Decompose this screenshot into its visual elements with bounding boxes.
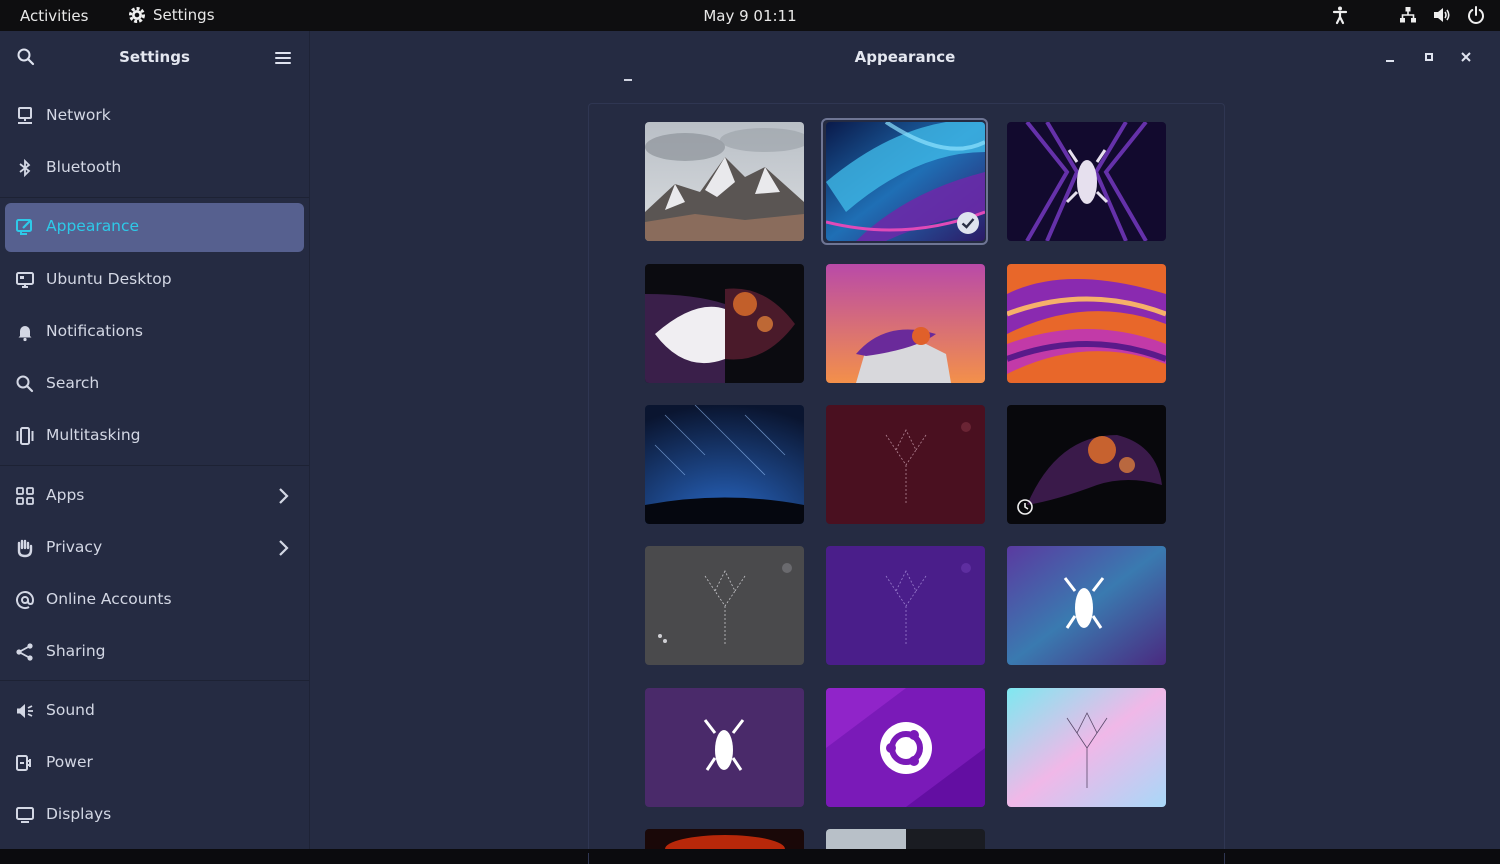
- screen-bottom-edge: [0, 849, 1500, 853]
- sidebar-item-label: Sound: [46, 701, 95, 719]
- sidebar-item-label: Ubuntu Desktop: [46, 270, 172, 288]
- sidebar-header: Settings: [0, 31, 309, 83]
- sidebar-item-online-accounts[interactable]: Online Accounts: [0, 576, 309, 624]
- speaker-icon: [17, 704, 33, 718]
- wallpaper-thumbnail[interactable]: [826, 546, 985, 665]
- at-icon: [16, 591, 35, 610]
- multitasking-icon: [16, 427, 34, 445]
- sidebar-item-label: Multitasking: [46, 426, 141, 444]
- page-title: Appearance: [854, 48, 956, 66]
- wallpaper-thumbnail[interactable]: [1007, 264, 1166, 383]
- sidebar-item-privacy[interactable]: Privacy: [0, 524, 309, 572]
- wallpaper-thumbnail[interactable]: [1007, 546, 1166, 665]
- sidebar-item-appearance[interactable]: Appearance: [5, 203, 304, 252]
- sidebar-item-label: Sharing: [46, 642, 106, 660]
- wallpaper-thumbnail[interactable]: [645, 122, 804, 241]
- apps-grid-icon: [16, 487, 34, 505]
- wallpaper-thumbnail[interactable]: [1007, 405, 1166, 524]
- volume-icon[interactable]: [1432, 5, 1452, 25]
- wallpaper-thumbnail-selected[interactable]: [826, 122, 985, 241]
- clock[interactable]: May 9 01:11: [0, 7, 1500, 25]
- sidebar-item-sharing[interactable]: Sharing: [0, 628, 309, 676]
- sidebar-item-network[interactable]: Network: [0, 92, 309, 140]
- sidebar-item-notifications[interactable]: Notifications: [0, 308, 309, 356]
- system-tray[interactable]: [1330, 5, 1486, 25]
- power-icon[interactable]: [1466, 5, 1486, 25]
- search-icon: [16, 375, 34, 393]
- wallpaper-thumbnail[interactable]: [645, 829, 804, 849]
- share-icon: [16, 643, 33, 661]
- network-icon: [18, 107, 32, 124]
- divider: [0, 680, 309, 681]
- hamburger-menu-icon[interactable]: [273, 48, 293, 68]
- sidebar-item-power[interactable]: Power: [0, 739, 309, 787]
- wallpaper-thumbnail[interactable]: [645, 546, 804, 665]
- network-icon[interactable]: [1398, 5, 1418, 25]
- sidebar-item-label: Displays: [46, 805, 112, 823]
- wallpaper-thumbnail[interactable]: [1007, 122, 1166, 241]
- wallpaper-thumbnail[interactable]: [1007, 688, 1166, 807]
- maximize-icon[interactable]: [1421, 49, 1437, 65]
- display-icon: [16, 807, 34, 823]
- settings-window: Settings Network Bluetooth Appearance Ub…: [0, 31, 1500, 864]
- scroll-indicator: [624, 79, 632, 81]
- wallpaper-thumbnail[interactable]: [826, 829, 985, 849]
- sidebar-item-apps[interactable]: Apps: [0, 472, 309, 520]
- divider: [0, 465, 309, 466]
- minimize-icon[interactable]: [1382, 49, 1398, 65]
- sidebar-item-label: Power: [46, 753, 93, 771]
- sidebar-item-multitasking[interactable]: Multitasking: [0, 412, 309, 460]
- sidebar-item-label: Search: [46, 374, 100, 392]
- chevron-right-icon: [279, 540, 289, 556]
- wallpaper-thumbnail[interactable]: [645, 264, 804, 383]
- hand-icon: [17, 539, 33, 558]
- accessibility-icon[interactable]: [1330, 5, 1350, 25]
- ubuntu-desktop-icon: [16, 272, 34, 288]
- sidebar-item-label: Notifications: [46, 322, 144, 340]
- appearance-icon: [16, 219, 32, 235]
- clock-icon: [1017, 499, 1033, 515]
- checkmark-icon: [957, 212, 979, 234]
- content-area: Appearance: [310, 31, 1500, 864]
- sidebar-item-label: Online Accounts: [46, 590, 172, 608]
- sidebar-item-label: Apps: [46, 486, 85, 504]
- sidebar-item-label: Appearance: [46, 217, 140, 235]
- sidebar-item-label: Privacy: [46, 538, 103, 556]
- power-plug-icon: [16, 755, 31, 771]
- top-bar: Activities Settings May 9 01:11: [0, 0, 1500, 31]
- wallpaper-thumbnail[interactable]: [645, 405, 804, 524]
- sidebar-item-sound[interactable]: Sound: [0, 687, 309, 735]
- divider: [0, 197, 309, 198]
- bell-icon: [18, 326, 32, 342]
- sidebar-title: Settings: [119, 48, 190, 66]
- sidebar-item-label: Bluetooth: [46, 158, 122, 176]
- wallpaper-thumbnail[interactable]: [645, 688, 804, 807]
- wallpaper-thumbnail[interactable]: [826, 264, 985, 383]
- sidebar-item-displays[interactable]: Displays: [0, 791, 309, 839]
- wallpaper-thumbnail[interactable]: [826, 688, 985, 807]
- bluetooth-icon: [19, 158, 31, 178]
- sidebar: Settings Network Bluetooth Appearance Ub…: [0, 31, 310, 849]
- wallpaper-thumbnail[interactable]: [826, 405, 985, 524]
- sidebar-item-label: Network: [46, 106, 111, 124]
- close-icon[interactable]: [1458, 49, 1474, 65]
- sidebar-item-ubuntu-desktop[interactable]: Ubuntu Desktop: [0, 256, 309, 304]
- chevron-right-icon: [279, 488, 289, 504]
- sidebar-item-bluetooth[interactable]: Bluetooth: [0, 144, 309, 192]
- sidebar-item-search[interactable]: Search: [0, 360, 309, 408]
